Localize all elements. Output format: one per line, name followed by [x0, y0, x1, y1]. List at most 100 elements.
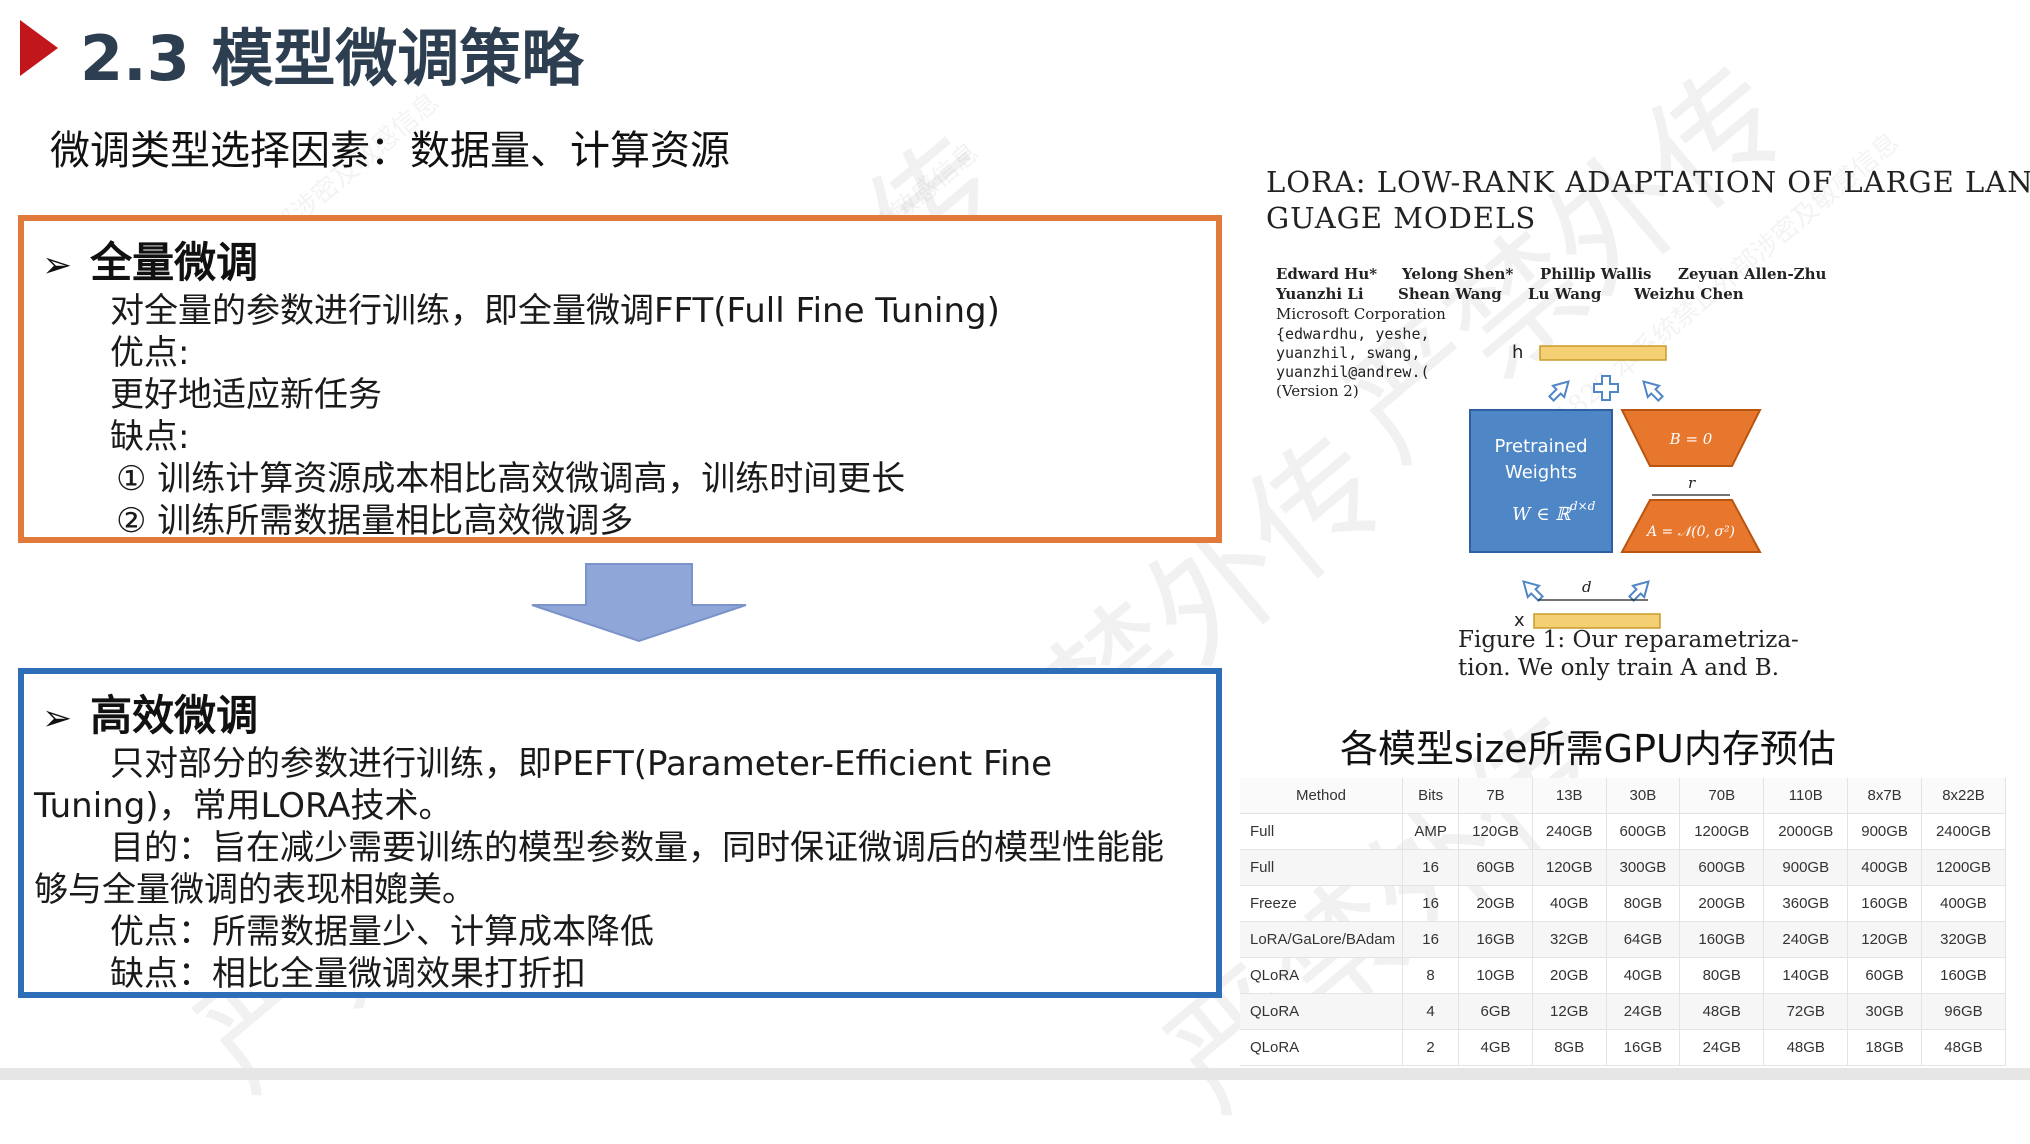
table-cell: 18GB: [1847, 1029, 1922, 1066]
pretrained-label: Pretrained: [1494, 436, 1587, 457]
table-cell: 16: [1402, 921, 1460, 958]
table-cell: 96GB: [1921, 993, 2007, 1030]
table-cell: 8: [1402, 957, 1460, 994]
lora-diagram: h Pretrained Weights W ∈ ℝ d×d B = 0 r A…: [1469, 342, 1762, 631]
a-formula: A = 𝒩(0, σ²): [1645, 524, 1735, 540]
table-cell: 10GB: [1458, 957, 1533, 994]
table-header-cell: 30B: [1606, 778, 1681, 814]
table-cell: 16: [1402, 885, 1460, 922]
table-cell: 40GB: [1532, 885, 1607, 922]
up-arrow-icon: [1547, 380, 1570, 403]
efficient-finetune-heading: ➢ 高效微调: [42, 682, 258, 743]
h-bar: [1539, 345, 1667, 361]
table-cell: 140GB: [1763, 957, 1849, 994]
efficient-finetune-line: 缺点：相比全量微调效果打折扣: [110, 954, 586, 994]
table-cell: 360GB: [1763, 885, 1849, 922]
table-cell: 80GB: [1679, 957, 1765, 994]
w-formula-sup: d×d: [1570, 499, 1596, 513]
table-cell: Full: [1240, 849, 1403, 886]
table-header-cell: 110B: [1763, 778, 1849, 814]
paper-affiliation: Microsoft Corporation: [1276, 305, 1446, 323]
efficient-finetune-heading-text: 高效微调: [90, 691, 259, 740]
down-arrow-icon: [531, 563, 747, 643]
table-header-cell: 13B: [1532, 778, 1607, 814]
paper-email: {edwardhu, yeshe,: [1276, 325, 1430, 343]
paper-author: Weizhu Chen: [1634, 285, 1744, 303]
up-arrow-icon: [1642, 380, 1665, 403]
table-cell: 80GB: [1606, 885, 1681, 922]
table-cell: 200GB: [1679, 885, 1765, 922]
page-title: 2.3 模型微调策略: [80, 22, 584, 95]
table-cell: QLoRA: [1240, 993, 1403, 1030]
paper-email: yuanzhil@andrew.(: [1276, 363, 1430, 381]
d-label: d: [1582, 578, 1592, 596]
table-row: LoRA/GaLore/BAdam 16 16GB 32GB 64GB 160GB 240G…: [1240, 921, 2007, 958]
table-cell: 24GB: [1679, 1029, 1765, 1066]
table-cell: 24GB: [1606, 993, 1681, 1030]
table-cell: 240GB: [1763, 921, 1849, 958]
table-cell: 600GB: [1679, 849, 1765, 886]
table-cell: 900GB: [1763, 849, 1849, 886]
lora-paper-excerpt: LORA: LOW-RANK ADAPTATION OF LARGE LAN- …: [1262, 165, 2030, 705]
paper-author: Yelong Shen*: [1402, 265, 1514, 283]
table-header-cell: 70B: [1679, 778, 1765, 814]
table-cell: Freeze: [1240, 885, 1403, 922]
table-cell: 40GB: [1606, 957, 1681, 994]
table-cell: 4GB: [1458, 1029, 1533, 1066]
table-cell: 600GB: [1606, 813, 1681, 850]
paper-version: (Version 2): [1276, 382, 1359, 400]
table-cell: 20GB: [1458, 885, 1533, 922]
arrow-bullet-icon: ➢: [42, 698, 73, 739]
table-cell: QLoRA: [1240, 957, 1403, 994]
table-cell: 8GB: [1532, 1029, 1607, 1066]
page-subtitle: 微调类型选择因素：数据量、计算资源: [50, 128, 730, 174]
w-formula: W ∈ ℝ: [1512, 504, 1571, 525]
table-cell: 320GB: [1921, 921, 2007, 958]
table-cell: 240GB: [1532, 813, 1607, 850]
full-finetune-line: ② 训练所需数据量相比高效微调多: [116, 501, 634, 541]
table-cell: 60GB: [1458, 849, 1533, 886]
plus-icon: [1593, 375, 1619, 401]
table-row: QLoRA 2 4GB 8GB 16GB 24GB 48GB 18GB 48GB: [1240, 1029, 2007, 1066]
table-cell: 32GB: [1532, 921, 1607, 958]
table-header-cell: Method: [1240, 778, 1403, 814]
paper-author: Shean Wang: [1398, 285, 1502, 303]
paper-author: Zeyuan Allen-Zhu: [1678, 265, 1827, 283]
arrow-bullet-icon: ➢: [42, 245, 73, 286]
table-header-cell: 8x22B: [1921, 778, 2007, 814]
table-row: Full AMP 120GB 240GB 600GB 1200GB 2000GB 900GB 2…: [1240, 813, 2007, 850]
paper-title-line: GUAGE MODELS: [1266, 201, 1537, 235]
table-cell: 120GB: [1458, 813, 1533, 850]
figure-caption: Figure 1: Our reparametriza-: [1458, 627, 1799, 653]
table-cell: 16GB: [1458, 921, 1533, 958]
table-cell: 160GB: [1679, 921, 1765, 958]
efficient-finetune-box: ➢ 高效微调 只对部分的参数进行训练，即PEFT(Parameter-Effici…: [18, 668, 1222, 998]
table-row: QLoRA 4 6GB 12GB 24GB 48GB 72GB 30GB 96GB: [1240, 993, 2007, 1030]
table-cell: 48GB: [1921, 1029, 2007, 1066]
table-header-cell: 7B: [1458, 778, 1533, 814]
footer-bar: [0, 1068, 2030, 1080]
h-label: h: [1512, 342, 1523, 363]
table-cell: 16GB: [1606, 1029, 1681, 1066]
table-cell: 16: [1402, 849, 1460, 886]
table-cell: 20GB: [1532, 957, 1607, 994]
table-cell: 64GB: [1606, 921, 1681, 958]
table-cell: QLoRA: [1240, 1029, 1403, 1066]
table-header-cell: 8x7B: [1847, 778, 1922, 814]
table-cell: 900GB: [1847, 813, 1922, 850]
table-cell: 2400GB: [1921, 813, 2007, 850]
table-row: QLoRA 8 10GB 20GB 40GB 80GB 140GB 60GB 160GB: [1240, 957, 2007, 994]
table-cell: 2000GB: [1763, 813, 1849, 850]
table-header-cell: Bits: [1402, 778, 1460, 814]
table-row: Freeze 16 20GB 40GB 80GB 200GB 360GB 160GB 400GB: [1240, 885, 2007, 922]
table-cell: 6GB: [1458, 993, 1533, 1030]
table-cell: 1200GB: [1921, 849, 2007, 886]
table-cell: 160GB: [1921, 957, 2007, 994]
paper-author: Yuanzhi Li: [1276, 285, 1364, 303]
table-cell: 300GB: [1606, 849, 1681, 886]
full-finetune-line: 对全量的参数进行训练，即全量微调FFT(Full Fine Tuning): [110, 291, 1000, 331]
table-header-row: Method Bits 7B 13B 30B 70B 110B 8x7B 8x2…: [1240, 778, 2007, 814]
table-cell: AMP: [1402, 813, 1460, 850]
table-cell: 60GB: [1847, 957, 1922, 994]
paper-author: Phillip Wallis: [1540, 265, 1652, 283]
